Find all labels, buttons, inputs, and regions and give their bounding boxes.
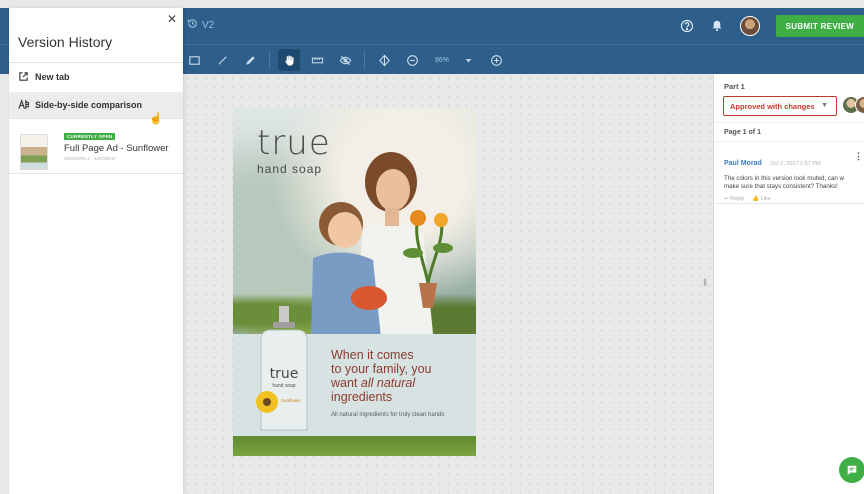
ad-brand-name: true bbox=[257, 123, 331, 163]
reply-button[interactable]: ↩ Reply bbox=[724, 196, 744, 202]
thumbs-up-icon: 👍 bbox=[752, 196, 760, 202]
ad-photo-marigold-plant bbox=[403, 210, 453, 308]
hand-cursor-icon: ☝ bbox=[149, 113, 163, 125]
ad-bottle-variant: Sunflower bbox=[281, 398, 302, 403]
version-item[interactable]: CURRENTLY OPEN Full Page Ad - Sunflower … bbox=[9, 126, 183, 172]
toolbar-divider bbox=[269, 51, 270, 69]
rectangle-tool-icon[interactable] bbox=[183, 49, 205, 71]
help-icon[interactable] bbox=[680, 19, 694, 33]
version-name: Full Page Ad - Sunflower bbox=[64, 143, 169, 154]
line-tool-icon[interactable] bbox=[211, 49, 233, 71]
compare-text-icon bbox=[18, 98, 30, 112]
ad-tagline-line: ingredients bbox=[331, 390, 393, 404]
more-options-icon[interactable]: ⋮ bbox=[854, 151, 863, 162]
ad-photo-child bbox=[311, 202, 387, 338]
comment-item[interactable]: Paul Morad Oct 2, 2017 1:57 PM ⋮ The col… bbox=[714, 144, 864, 204]
ad-brand-subtitle: hand soap bbox=[257, 162, 323, 176]
ad-grass bbox=[233, 436, 476, 456]
reviewer-avatars[interactable] bbox=[842, 96, 864, 114]
ad-bottle-subtitle: hand soap bbox=[272, 383, 296, 389]
comment-author[interactable]: Paul Morad bbox=[724, 160, 762, 167]
bell-icon[interactable] bbox=[710, 19, 724, 33]
ad-tagline-line: to your family, you bbox=[331, 362, 432, 376]
ad-fineprint: All natural ingredients for truly clean … bbox=[331, 412, 445, 418]
status-badge: CURRENTLY OPEN bbox=[64, 133, 116, 140]
comments-panel: Part 1 Approved with changes ▼ Page 1 of… bbox=[713, 74, 864, 494]
version-thumbnail bbox=[20, 134, 48, 170]
comment-text: The colors in this version look muted, c… bbox=[724, 175, 845, 190]
proof-artwork[interactable]: true hand soap true hand soap Sunflower … bbox=[233, 108, 476, 456]
hand-tool-icon[interactable] bbox=[278, 49, 300, 71]
drawer-title: Version History bbox=[18, 34, 113, 50]
chevron-down-icon: ▼ bbox=[821, 102, 828, 109]
toolbar-divider bbox=[364, 51, 365, 69]
like-button[interactable]: 👍 Like bbox=[752, 196, 770, 202]
pencil-tool-icon[interactable] bbox=[239, 49, 261, 71]
new-tab-button[interactable]: New tab bbox=[9, 64, 183, 90]
review-status-select[interactable]: Approved with changes ▼ bbox=[723, 96, 837, 116]
divider bbox=[9, 173, 183, 174]
version-history-drawer: ✕ Version History New tab Side-by-side c… bbox=[9, 8, 183, 494]
ad-bottle-brand: true bbox=[270, 366, 299, 382]
panel-resize-handle[interactable]: ‖ bbox=[703, 278, 707, 289]
zoom-level[interactable]: 86% bbox=[435, 57, 449, 64]
compare-icon[interactable] bbox=[373, 49, 395, 71]
history-icon bbox=[187, 18, 198, 32]
submit-review-button[interactable]: SUBMIT REVIEW bbox=[775, 15, 864, 37]
zoom-out-icon[interactable] bbox=[401, 49, 423, 71]
ad-product-bottle: true hand soap Sunflower bbox=[256, 306, 308, 431]
review-status-value: Approved with changes bbox=[730, 101, 815, 111]
close-icon[interactable]: ✕ bbox=[167, 12, 177, 26]
hide-annotations-icon[interactable] bbox=[334, 49, 356, 71]
zoom-dropdown-chevron-down-icon[interactable] bbox=[457, 49, 479, 71]
chat-icon bbox=[847, 465, 857, 476]
page-indicator: Page 1 of 1 bbox=[714, 122, 864, 142]
comment-date: Oct 2, 2017 1:57 PM bbox=[770, 161, 821, 167]
zoom-in-icon[interactable] bbox=[485, 49, 507, 71]
ad-brand-logo: true hand soap bbox=[257, 126, 331, 176]
side-by-side-label: Side-by-side comparison bbox=[35, 100, 143, 110]
ad-tagline-line: When it comes bbox=[331, 348, 414, 362]
version-meta: VERSION 2 · 10/2/2017 bbox=[64, 156, 117, 161]
divider bbox=[9, 62, 183, 63]
ad-tagline-line: want all natural bbox=[331, 376, 416, 390]
avatar[interactable] bbox=[739, 16, 760, 36]
ad-tagline: When it comes to your family, you want a… bbox=[331, 348, 432, 404]
version-indicator[interactable]: V2 bbox=[187, 18, 214, 32]
chat-button[interactable] bbox=[839, 457, 864, 483]
reply-icon: ↩ bbox=[724, 196, 729, 202]
ad-tagline-emphasis: all natural bbox=[360, 376, 416, 390]
new-tab-label: New tab bbox=[35, 72, 70, 82]
version-label: V2 bbox=[202, 19, 215, 31]
open-in-new-icon bbox=[18, 71, 29, 84]
ruler-tool-icon[interactable] bbox=[306, 49, 328, 71]
part-label: Part 1 bbox=[724, 82, 745, 91]
